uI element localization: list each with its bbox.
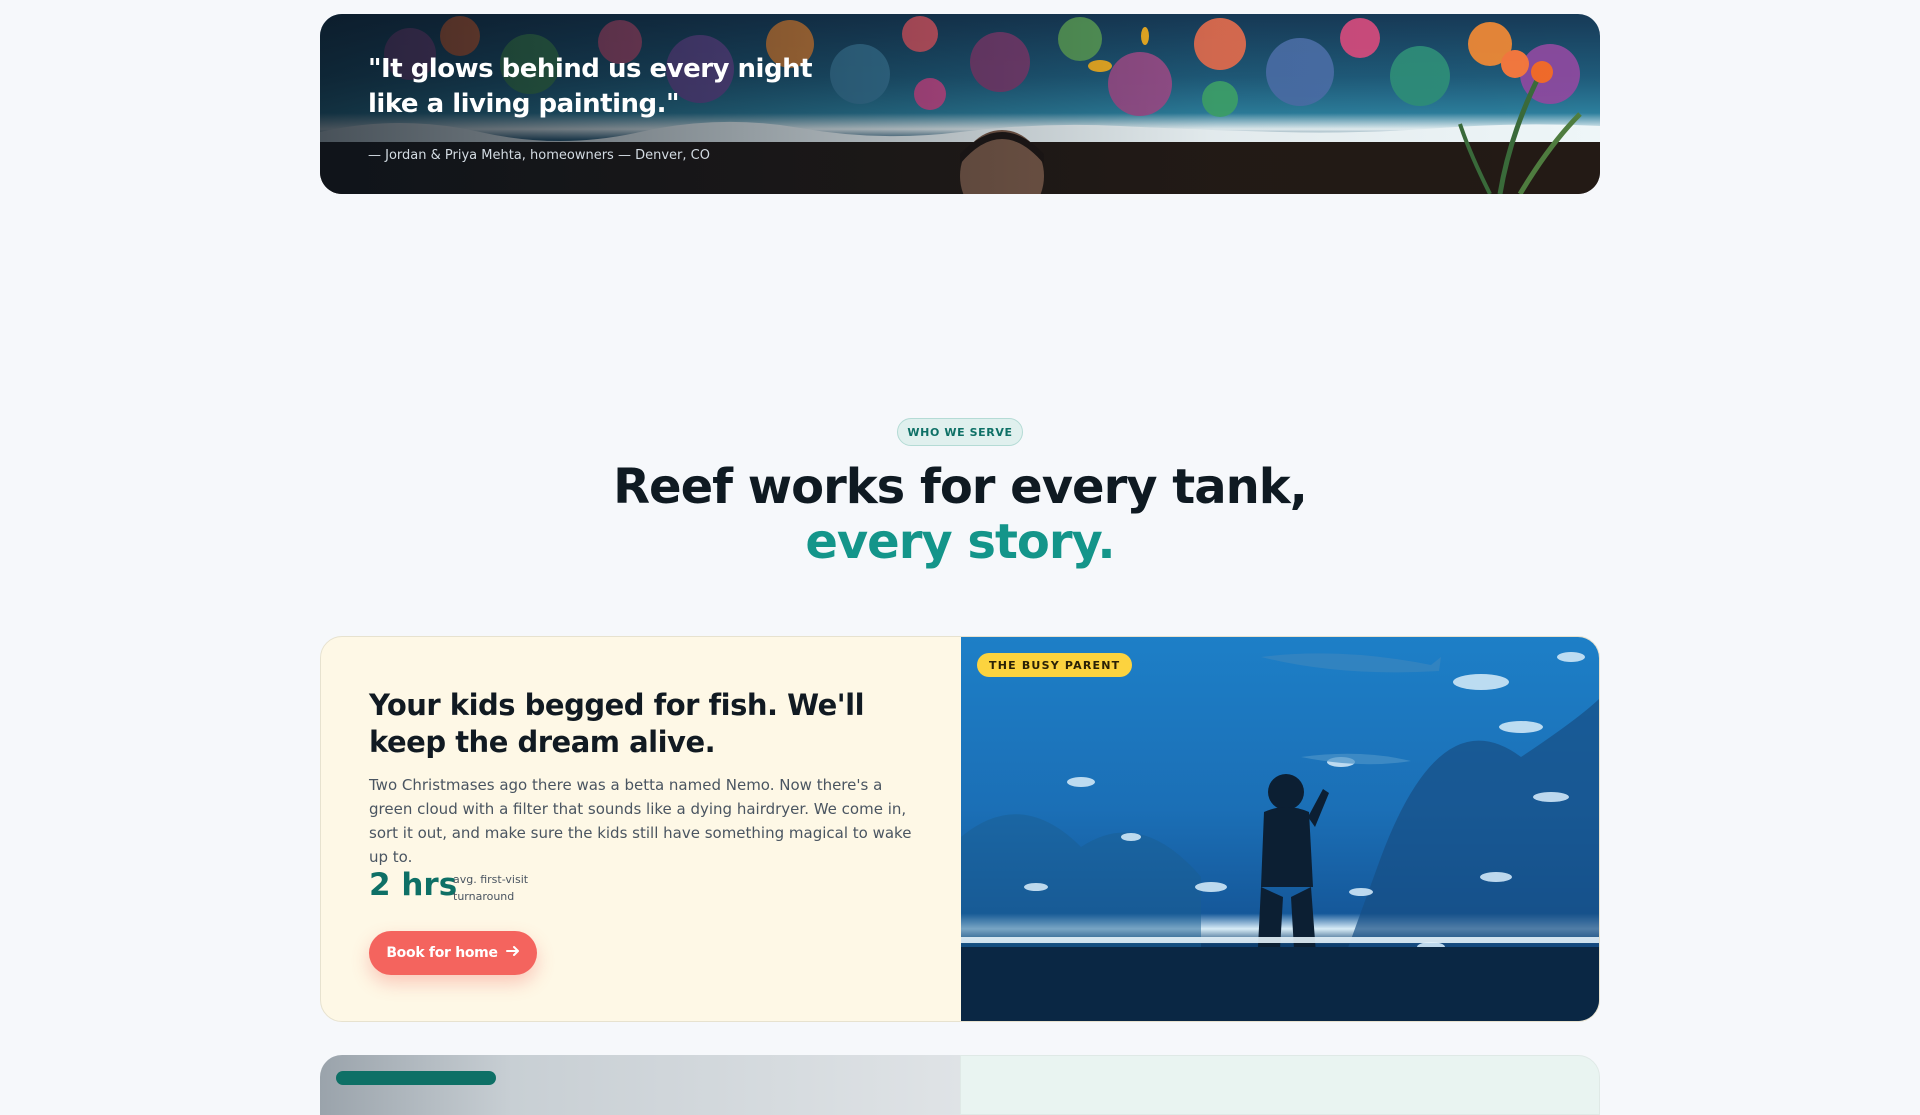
testimonial-quote: "It glows behind us every night like a l…	[368, 54, 813, 119]
next-card-image-preview	[320, 1055, 960, 1115]
testimonial-attribution: — Jordan & Priya Mehta, homeowners — Den…	[368, 148, 710, 163]
section-eyebrow-badge: WHO WE SERVE	[897, 418, 1023, 446]
persona-tag: THE BUSY PARENT	[977, 653, 1133, 677]
book-for-home-button[interactable]: Book for home	[369, 931, 537, 975]
next-card-content-preview	[960, 1055, 1600, 1115]
testimonial-banner: "It glows behind us every night like a l…	[320, 14, 1600, 194]
audience-card-busy-parent: Your kids begged for fish. We'll keep th…	[320, 636, 1600, 1022]
arrow-right-icon	[505, 945, 520, 961]
section-title: Reef works for every tank, every story.	[560, 460, 1360, 570]
section-title-line2: every story.	[805, 514, 1115, 570]
card-content: Your kids begged for fish. We'll keep th…	[321, 637, 961, 1021]
aquarium-child-photo	[961, 652, 1599, 1021]
book-for-home-label: Book for home	[386, 945, 498, 961]
card-title: Your kids begged for fish. We'll keep th…	[369, 688, 865, 759]
next-card-tag	[336, 1071, 496, 1085]
stat-label: avg. first-visit turnaround	[453, 873, 529, 903]
card-image-aquarium-child: THE BUSY PARENT	[961, 637, 1599, 1021]
stat-value: 2 hrs	[369, 867, 458, 903]
card-description: Two Christmases ago there was a betta na…	[369, 776, 912, 866]
section-title-line1: Reef works for every tank,	[613, 459, 1308, 515]
